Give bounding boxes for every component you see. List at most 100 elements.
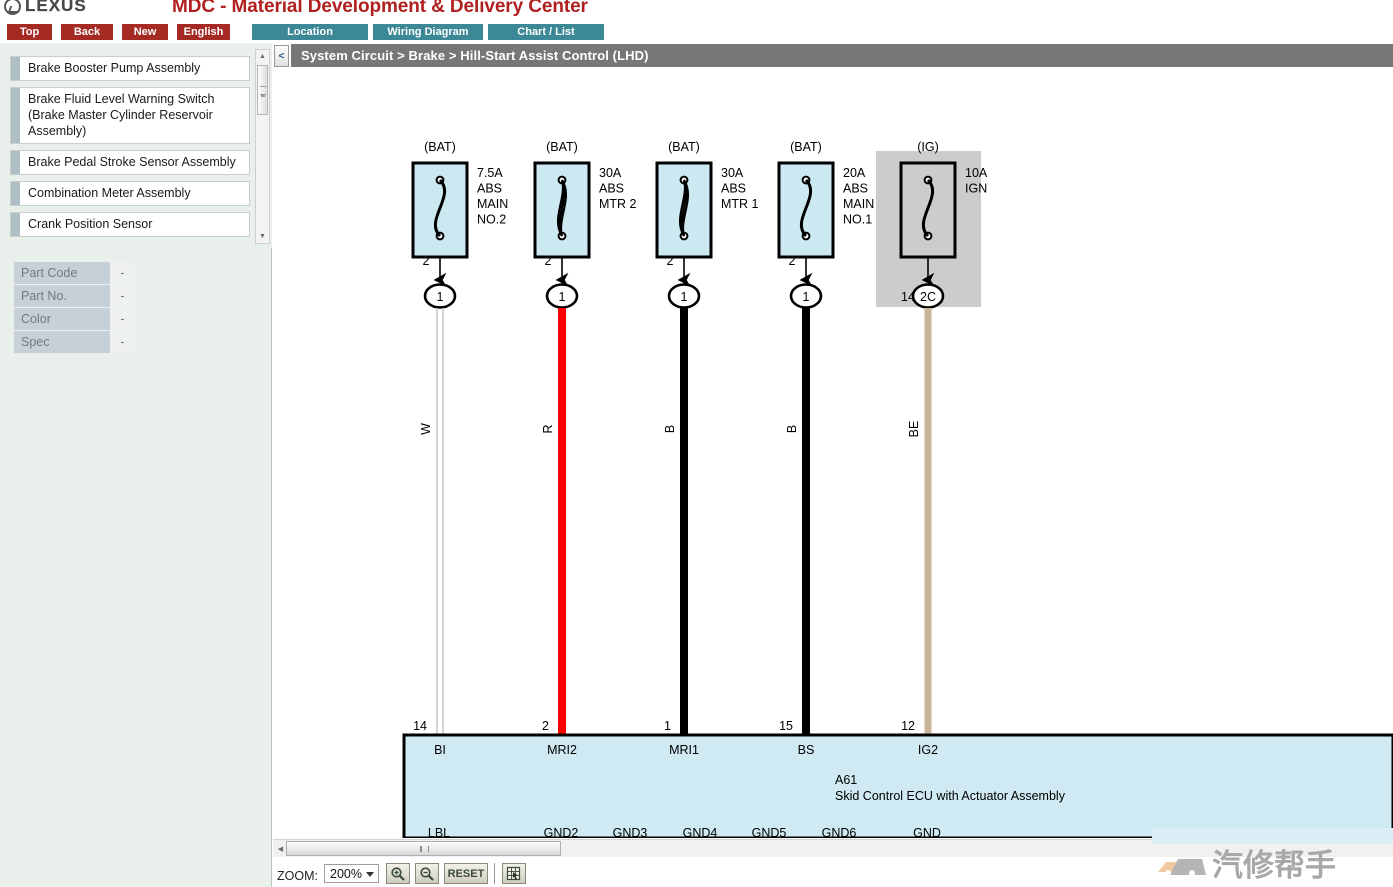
tab-location[interactable]: Location [252, 24, 368, 40]
spec-label: Spec [14, 331, 110, 353]
ecu-name-label: Skid Control ECU with Actuator Assembly [835, 789, 1066, 803]
wire-color-code-label: W [419, 423, 433, 435]
zoom-in-button[interactable] [386, 863, 410, 884]
application-window: LEXUS MDC - Material Development & Deliv… [0, 0, 1393, 887]
scrollbar-thumb[interactable] [286, 841, 561, 856]
back-button[interactable]: Back [61, 24, 113, 40]
fuse-rating-label: 10A [965, 166, 988, 180]
part-info-table: Part Code - Part No. - Color - Spec - [14, 262, 135, 354]
watermark: 汽修帮手 [1152, 845, 1393, 887]
fuse-rating-label: NO.2 [477, 213, 506, 227]
list-item[interactable]: Combination Meter Assembly [10, 181, 250, 206]
fuse-rating-label: MTR 2 [599, 197, 637, 211]
ecu-top-pin-label: MRI1 [669, 743, 699, 757]
connector-number: 2C [920, 290, 936, 304]
connector-number: 1 [803, 290, 810, 304]
fuse-rating-label: MTR 1 [721, 197, 759, 211]
part-code-label: Part Code [14, 262, 110, 284]
top-button[interactable]: Top [7, 24, 52, 40]
ecu-pin-number: 14 [413, 719, 427, 733]
connector-number: 1 [437, 290, 444, 304]
ecu-pin-number: 15 [779, 719, 793, 733]
ecu-top-pin-label: IG2 [918, 743, 938, 757]
color-label: Color [14, 308, 110, 330]
fuse-output-pin-number: 2 [789, 254, 796, 268]
ecu-bottom-pin-label: LBL [428, 826, 450, 838]
zoom-reset-button[interactable]: RESET [444, 863, 488, 884]
grid-select-icon [506, 866, 521, 880]
parts-list-scrollbar[interactable]: ▲ ▼ [255, 49, 270, 244]
ecu-pin-number: 1 [664, 719, 671, 733]
car-logo-icon [1158, 859, 1206, 876]
list-item[interactable]: Brake Booster Pump Assembly [10, 56, 250, 81]
fuse-output-pin-number: 2 [545, 254, 552, 268]
app-header: LEXUS MDC - Material Development & Deliv… [0, 0, 1393, 22]
list-item-label: Combination Meter Assembly [28, 186, 191, 200]
zoom-out-button[interactable] [415, 863, 439, 884]
ecu-bottom-pin-label: GND5 [752, 826, 787, 838]
zoom-level-select[interactable]: 200% [324, 864, 379, 883]
table-row: Spec - [14, 331, 135, 353]
parts-list[interactable]: Brake Booster Pump Assembly Brake Fluid … [10, 56, 250, 244]
fuse-rating-label: MAIN [843, 197, 874, 211]
scroll-down-icon[interactable]: ▼ [256, 230, 269, 243]
fuse-rating-label: 7.5A [477, 166, 503, 180]
fuse-rating-label: ABS [477, 182, 502, 196]
zoom-label: ZOOM: [277, 869, 318, 883]
english-button[interactable]: English [177, 24, 230, 40]
wire-color-code-label: R [541, 424, 555, 433]
watermark-text: 汽修帮手 [1212, 848, 1336, 884]
lexus-ring-icon [4, 0, 21, 15]
wire-color-code-label: B [785, 425, 799, 433]
zoom-out-icon [420, 866, 434, 881]
list-item[interactable]: Brake Pedal Stroke Sensor Assembly [10, 150, 250, 175]
list-item-label: Brake Pedal Stroke Sensor Assembly [28, 155, 236, 169]
ecu-code-label: A61 [835, 773, 857, 787]
ecu-bottom-pin-label: GND3 [613, 826, 648, 838]
item-marker [11, 57, 21, 80]
scroll-up-icon[interactable]: ▲ [256, 50, 269, 63]
part-no-value: - [110, 285, 135, 307]
ecu-top-pin-label: MRI2 [547, 743, 577, 757]
left-sidebar: Brake Booster Pump Assembly Brake Fluid … [0, 43, 272, 887]
table-row: Color - [14, 308, 135, 330]
fuse-rating-label: NO.1 [843, 213, 872, 227]
scrollbar-thumb[interactable] [257, 65, 268, 115]
list-item[interactable]: Crank Position Sensor [10, 212, 250, 237]
list-item-label: Brake Fluid Level Warning Switch (Brake … [28, 92, 215, 138]
fuse-source-label: (BAT) [790, 140, 822, 154]
item-marker [11, 213, 21, 236]
spec-value: - [110, 331, 135, 353]
ecu-pin-number: 2 [542, 719, 549, 733]
fuse-rating-label: ABS [843, 182, 868, 196]
fuse-rating-label: 20A [843, 166, 866, 180]
fuse-rating-label: 30A [599, 166, 622, 180]
ecu-bottom-pin-label: GND2 [544, 826, 579, 838]
list-item[interactable]: Brake Fluid Level Warning Switch (Brake … [10, 87, 250, 144]
tab-chart-list[interactable]: Chart / List [488, 24, 604, 40]
wire-color-code-label: B [663, 425, 677, 433]
fuse-source-label: (BAT) [424, 140, 456, 154]
chevron-down-icon [366, 872, 374, 877]
wiring-diagram-canvas[interactable]: (BAT) 7.5A ABS MAIN NO.2 2 1 W 14 (BAT) 30A ABS MTR … [273, 68, 1393, 838]
page-title: MDC - Material Development & Delivery Ce… [172, 0, 588, 17]
new-button[interactable]: New [122, 24, 168, 40]
connector-number: 1 [681, 290, 688, 304]
fuse-output-pin-number: 2 [423, 254, 430, 268]
ecu-pin-number: 12 [901, 719, 915, 733]
fuse-rating-label: ABS [721, 182, 746, 196]
item-marker [11, 182, 21, 205]
table-row: Part Code - [14, 262, 135, 284]
watermark-strip [1152, 828, 1393, 844]
ecu-bottom-pin-label: GND [913, 826, 941, 838]
tab-wiring-diagram[interactable]: Wiring Diagram [373, 24, 483, 40]
breadcrumb: System Circuit > Brake > Hill-Start Assi… [291, 44, 1393, 67]
fuse-rating-label: 30A [721, 166, 744, 180]
fuse-output-pin-number: 2 [667, 254, 674, 268]
zoom-in-icon [391, 866, 405, 881]
ecu-top-pin-label: BI [434, 743, 446, 757]
collapse-sidebar-button[interactable]: < [274, 45, 289, 67]
fuse-source-label: (BAT) [546, 140, 578, 154]
grid-select-button[interactable] [502, 863, 526, 884]
list-item-label: Brake Booster Pump Assembly [28, 61, 201, 75]
